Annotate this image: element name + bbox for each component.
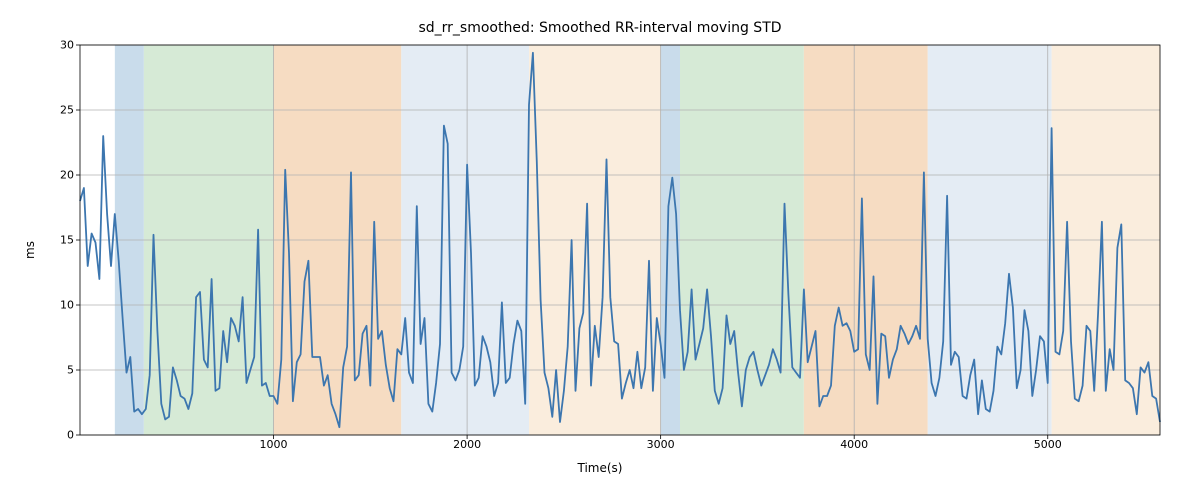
ytick-label: 30	[60, 39, 74, 52]
xtick-label: 4000	[840, 438, 868, 451]
chart-title: sd_rr_smoothed: Smoothed RR-interval mov…	[0, 20, 1200, 36]
ytick-label: 0	[67, 429, 74, 442]
y-axis-label: ms	[23, 241, 37, 259]
x-axis-label: Time(s)	[0, 461, 1200, 475]
ytick-label: 20	[60, 169, 74, 182]
xtick-label: 3000	[647, 438, 675, 451]
ytick-label: 25	[60, 104, 74, 117]
chart-figure: sd_rr_smoothed: Smoothed RR-interval mov…	[0, 0, 1200, 500]
xtick-label: 2000	[453, 438, 481, 451]
ytick-label: 15	[60, 234, 74, 247]
xtick-label: 1000	[260, 438, 288, 451]
ytick-label: 10	[60, 299, 74, 312]
plot-svg	[80, 45, 1160, 435]
xtick-label: 5000	[1034, 438, 1062, 451]
ytick-label: 5	[67, 364, 74, 377]
plot-area	[80, 45, 1160, 435]
